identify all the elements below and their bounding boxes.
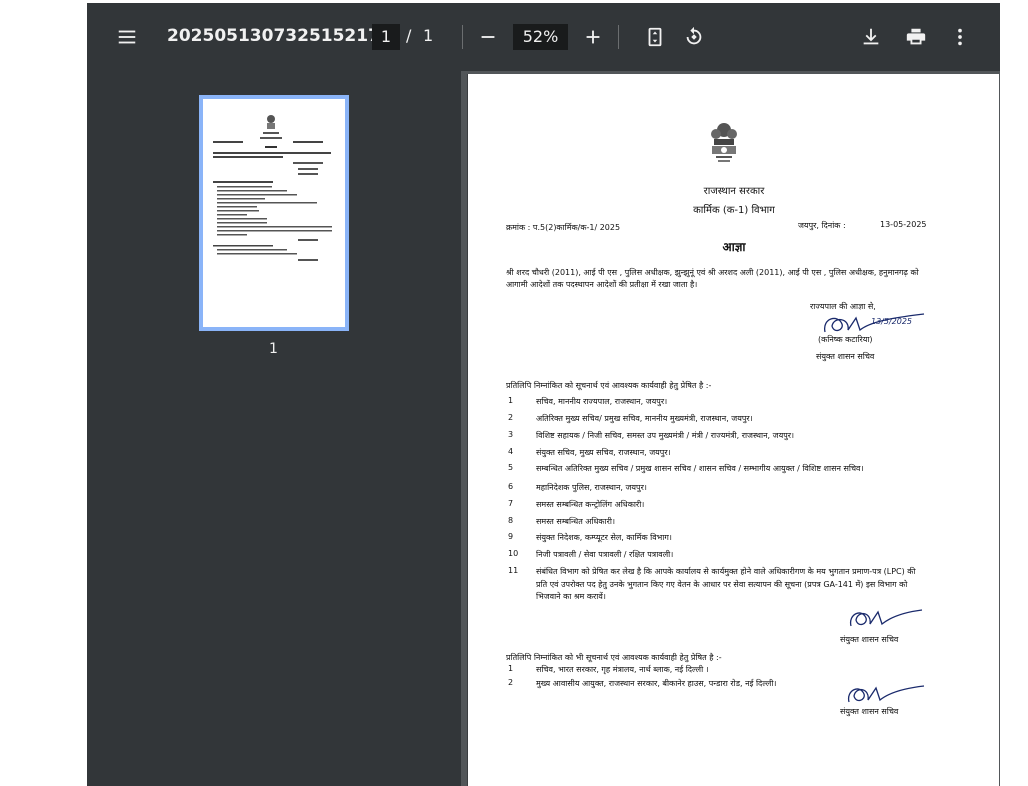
signer-name: (कनिष्क कटारिया): [818, 335, 873, 344]
current-page-input[interactable]: 1: [372, 24, 400, 50]
list-item: संबंधित विभाग को प्रेषित कर लेख है कि आप…: [536, 567, 916, 576]
list-item: विशिष्ट सहायक / निजी सचिव, समस्त उप मुख्…: [536, 431, 795, 440]
list-item-number: 4: [508, 447, 514, 456]
signer-title: संयुक्त शासन सचिव: [816, 352, 875, 361]
list-item: संयुक्त निदेशक, कम्प्यूटर सेल, कार्मिक व…: [536, 533, 672, 542]
order-body-line: आगामी आदेशों तक पदस्थापन आदेशों की प्रती…: [506, 280, 698, 289]
toolbar-divider: [462, 25, 463, 49]
thumbnail-preview: [203, 99, 345, 327]
rotate-icon[interactable]: [678, 21, 710, 53]
list-item-number: 5: [508, 463, 514, 472]
signer-title: संयुक्त शासन सचिव: [840, 635, 899, 644]
signature-date: 13/5/2025: [871, 317, 913, 326]
fit-page-icon[interactable]: [639, 21, 671, 53]
list-item: समस्त सम्बन्धित अधिकारी।: [536, 517, 615, 526]
page-thumbnail[interactable]: [199, 95, 349, 331]
list-item: अतिरिक्त मुख्य सचिव/ प्रमुख सचिव, माननीय…: [536, 414, 753, 423]
list-item-continued: भिजवाने का श्रम करावें।: [536, 592, 606, 601]
list-item: संयुक्त सचिव, मुख्य सचिव, राजस्थान, जयपु…: [536, 448, 671, 457]
list-item-number: 8: [508, 516, 514, 525]
thumbnail-page-number: 1: [269, 341, 278, 357]
list-item-continued: प्रति एवं उपरोक्त पद हेतु उनके भुगतान कि…: [536, 580, 908, 589]
toolbar-divider: [618, 25, 619, 49]
order-title: आज्ञा: [722, 240, 746, 254]
download-icon[interactable]: [855, 21, 887, 53]
state-emblem-icon: [711, 123, 737, 162]
signer-title: संयुक्त शासन सचिव: [840, 707, 899, 716]
list-item: सचिव, भारत सरकार, गृह मंत्रालय, नार्थ ब्…: [536, 665, 709, 674]
list-item-number: 1: [508, 664, 514, 673]
pdf-page: राजस्थान सरकार कार्मिक (क-1) विभाग क्रमा…: [467, 74, 999, 786]
page-area: राजस्थान सरकार कार्मिक (क-1) विभाग क्रमा…: [461, 71, 1000, 786]
list-item: समस्त सम्बन्धित कन्ट्रोलिंग अधिकारी।: [536, 500, 645, 509]
header-government: राजस्थान सरकार: [703, 186, 765, 197]
list-item-number: 1: [508, 396, 514, 405]
copy-intro: प्रतिलिपि निम्नांकित को सूचनार्थ एवं आवश…: [506, 381, 712, 390]
page-separator: /: [406, 26, 412, 45]
plus-icon[interactable]: [577, 21, 609, 53]
list-item-number: 7: [508, 499, 514, 508]
list-item: निजी पत्रावली / सेवा पत्रावली / रक्षित प…: [536, 550, 674, 559]
list-item-number: 2: [508, 413, 514, 422]
list-item: सचिव, माननीय राज्यपाल, राजस्थान, जयपुर।: [536, 397, 668, 406]
order-body-line: श्री शरद चौधरी (2011), आई पी एस , पुलिस …: [506, 268, 919, 277]
list-item: सम्बन्धित अतिरिक्त मुख्य सचिव / प्रमुख श…: [536, 464, 864, 473]
reference-number: क्रमांक : प.5(2)कार्मिक/क-1/ 2025: [506, 223, 621, 232]
zoom-input[interactable]: 52%: [513, 24, 568, 50]
toolbar: 202505130732515217... 1 / 1 52%: [87, 3, 1000, 71]
list-item: मुख्य आवासीय आयुक्त, राजस्थान सरकार, बीक…: [536, 679, 777, 688]
print-icon[interactable]: [900, 21, 932, 53]
place-date-label: जयपुर, दिनांक :: [798, 221, 846, 230]
document-title: 202505130732515217...: [167, 26, 400, 46]
list-item-number: 2: [508, 678, 514, 687]
order-date: 13-05-2025: [880, 220, 927, 229]
list-item-number: 11: [508, 566, 519, 575]
hamburger-menu-icon[interactable]: [111, 21, 143, 53]
copy-intro: प्रतिलिपि निम्नांकित को भी सूचनार्थ एवं …: [506, 653, 722, 662]
signature-image: [847, 685, 925, 703]
header-department: कार्मिक (क-1) विभाग: [693, 205, 775, 216]
thumbnail-sidebar: 1: [87, 71, 461, 786]
list-item-number: 3: [508, 430, 514, 439]
pdf-viewer: 202505130732515217... 1 / 1 52% 1 राजस्थ…: [87, 3, 1000, 786]
list-item-number: 6: [508, 482, 514, 491]
minus-icon[interactable]: [472, 21, 504, 53]
more-vert-icon[interactable]: [944, 21, 976, 53]
signature-image: [849, 609, 923, 627]
list-item-number: 9: [508, 532, 514, 541]
total-pages: 1: [423, 26, 434, 45]
list-item: महानिदेशक पुलिस, राजस्थान, जयपुर।: [536, 483, 647, 492]
list-item-number: 10: [508, 549, 519, 558]
